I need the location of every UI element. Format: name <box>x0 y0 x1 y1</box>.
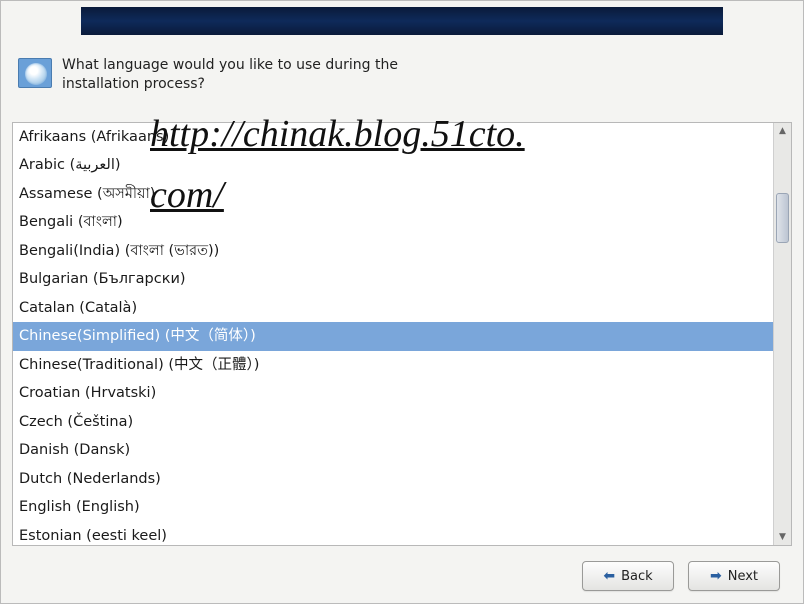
list-item[interactable]: Estonian (eesti keel) <box>13 522 773 545</box>
language-label: Assamese (অসমীয়া) <box>19 186 155 202</box>
prompt-row: What language would you like to use duri… <box>18 56 398 94</box>
language-label: Chinese(Traditional) (中文（正體）) <box>19 357 259 373</box>
list-item[interactable]: Bengali(India) (বাংলা (ভারত)) <box>13 237 773 265</box>
list-item[interactable]: Bengali (বাংলা) <box>13 208 773 236</box>
language-listbox-container: Afrikaans (Afrikaans) Arabic (العربية) Ass… <box>12 122 792 546</box>
prompt-text: What language would you like to use duri… <box>62 56 398 94</box>
back-button[interactable]: ⬅ Back <box>582 561 674 591</box>
list-item[interactable]: Croatian (Hrvatski) <box>13 379 773 407</box>
language-listbox[interactable]: Afrikaans (Afrikaans) Arabic (العربية) Ass… <box>13 123 773 545</box>
language-label: Dutch (Nederlands) <box>19 471 161 487</box>
globe-flag-icon <box>18 58 52 88</box>
footer: ⬅ Back ➡ Next <box>0 548 804 604</box>
language-label: Czech (Čeština) <box>19 414 133 430</box>
scroll-up-icon[interactable]: ▲ <box>774 123 791 139</box>
language-label: Bulgarian (Български) <box>19 271 186 287</box>
language-label: Arabic (العربية) <box>19 157 121 173</box>
list-item[interactable]: Chinese(Traditional) (中文（正體）) <box>13 351 773 379</box>
arrow-left-icon: ⬅ <box>603 568 615 584</box>
language-label: Catalan (Català) <box>19 300 137 316</box>
language-label: Bengali (বাংলা) <box>19 214 123 230</box>
list-item[interactable]: Czech (Čeština) <box>13 408 773 436</box>
prompt-line1: What language would you like to use duri… <box>62 57 398 73</box>
list-item[interactable]: Danish (Dansk) <box>13 436 773 464</box>
list-item[interactable]: Afrikaans (Afrikaans) <box>13 123 773 151</box>
language-label: Estonian (eesti keel) <box>19 528 167 544</box>
list-item[interactable]: Assamese (অসমীয়া) <box>13 180 773 208</box>
language-label: Chinese(Simplified) (中文（简体）) <box>19 328 256 344</box>
back-button-label: Back <box>621 569 653 584</box>
list-item[interactable]: Chinese(Simplified) (中文（简体）) <box>13 322 773 350</box>
list-item[interactable]: Arabic (العربية) <box>13 151 773 179</box>
list-item[interactable]: Catalan (Català) <box>13 294 773 322</box>
list-item[interactable]: Dutch (Nederlands) <box>13 465 773 493</box>
arrow-right-icon: ➡ <box>710 568 722 584</box>
language-label: Afrikaans (Afrikaans) <box>19 129 169 145</box>
scroll-down-icon[interactable]: ▼ <box>774 529 791 545</box>
language-label: English (English) <box>19 499 140 515</box>
scrollbar-thumb[interactable] <box>776 193 789 243</box>
language-label: Danish (Dansk) <box>19 442 130 458</box>
next-button-label: Next <box>728 569 758 584</box>
list-item[interactable]: Bulgarian (Български) <box>13 265 773 293</box>
language-label: Croatian (Hrvatski) <box>19 385 156 401</box>
list-item[interactable]: English (English) <box>13 493 773 521</box>
vertical-scrollbar[interactable]: ▲ ▼ <box>773 123 791 545</box>
language-label: Bengali(India) (বাংলা (ভারত)) <box>19 243 219 259</box>
prompt-line2: installation process? <box>62 76 205 92</box>
header-banner <box>81 7 723 35</box>
next-button[interactable]: ➡ Next <box>688 561 780 591</box>
